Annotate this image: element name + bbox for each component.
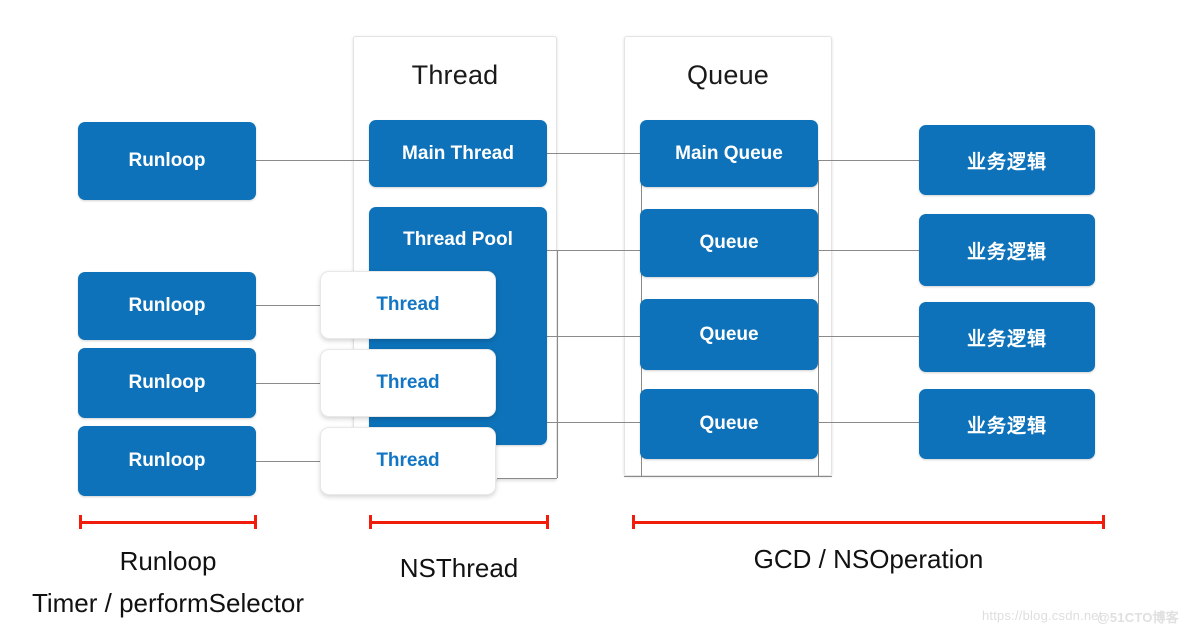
diagram-canvas: Thread Queue Runloop Runloop Runloop Run…: [0, 0, 1184, 631]
caption-gcd: GCD / NSOperation: [753, 544, 984, 574]
watermark-brand: @51CTO博客: [1097, 610, 1179, 625]
main-queue-box[interactable]: Main Queue: [640, 120, 818, 187]
queue-box-4[interactable]: Queue: [640, 389, 818, 459]
connector-threadpool-queue4: [547, 422, 641, 423]
watermark-url: https://blog.csdn.net: [982, 608, 1103, 623]
thread-card-2[interactable]: Thread: [320, 349, 496, 417]
runloop-box-3[interactable]: Runloop: [78, 348, 256, 418]
panel-thread-title: Thread: [411, 60, 499, 90]
panel-queue-title: Queue: [686, 60, 770, 90]
caption-runloop-line1: Runloop: [119, 546, 217, 576]
connector-mainqueue-business1: [818, 160, 920, 161]
business-logic-box-1[interactable]: 业务逻辑: [919, 125, 1095, 195]
connector-queue-panel-riser-right: [818, 160, 819, 476]
runloop-box-2-label: Runloop: [128, 295, 206, 316]
connector-runloop4-thread3: [256, 461, 322, 462]
main-thread-label: Main Thread: [402, 142, 514, 164]
runloop-box-2[interactable]: Runloop: [78, 272, 256, 340]
bracket-nsthread: [369, 515, 549, 529]
business-logic-box-4-label: 业务逻辑: [966, 415, 1047, 437]
connector-queue4-business4: [818, 422, 920, 423]
bracket-nsthread-bar: [369, 521, 549, 524]
runloop-box-4-label: Runloop: [128, 450, 206, 471]
bracket-runloop: [79, 515, 257, 529]
business-logic-box-2-label: 业务逻辑: [966, 241, 1047, 263]
runloop-box-1-label: Runloop: [128, 150, 206, 171]
connector-thread-panel-riser: [557, 250, 558, 478]
queue-box-3[interactable]: Queue: [640, 299, 818, 370]
thread-pool-label: Thread Pool: [403, 229, 513, 250]
runloop-box-3-label: Runloop: [128, 372, 206, 393]
queue-box-2[interactable]: Queue: [640, 209, 818, 277]
caption-runloop-line2: Timer / performSelector: [31, 588, 305, 618]
business-logic-box-3[interactable]: 业务逻辑: [919, 302, 1095, 372]
connector-runloop2-thread1: [256, 305, 322, 306]
bracket-gcd-cap-right: [1102, 515, 1105, 529]
business-logic-box-2[interactable]: 业务逻辑: [919, 214, 1095, 286]
thread-card-1-label: Thread: [376, 294, 440, 315]
main-thread-box[interactable]: Main Thread: [369, 120, 547, 187]
business-logic-box-3-label: 业务逻辑: [966, 328, 1047, 350]
queue-box-2-label: Queue: [699, 232, 759, 253]
connector-mainthread-mainqueue: [547, 153, 641, 154]
connector-queue-panel-bottom: [624, 476, 832, 477]
thread-card-3[interactable]: Thread: [320, 427, 496, 495]
main-queue-label: Main Queue: [675, 142, 783, 164]
queue-box-4-label: Queue: [699, 413, 759, 434]
queue-box-3-label: Queue: [699, 323, 759, 345]
connector-runloop1-mainthread: [256, 160, 370, 161]
business-logic-box-4[interactable]: 业务逻辑: [919, 389, 1095, 459]
business-logic-box-1-label: 业务逻辑: [966, 151, 1047, 173]
connector-runloop3-thread2: [256, 383, 322, 384]
bracket-runloop-bar: [79, 521, 257, 524]
thread-card-1[interactable]: Thread: [320, 271, 496, 339]
connector-threadpool-queue2: [547, 250, 641, 251]
runloop-box-1[interactable]: Runloop: [78, 122, 256, 200]
bracket-gcd: [632, 515, 1105, 529]
thread-card-2-label: Thread: [376, 372, 440, 393]
runloop-box-4[interactable]: Runloop: [78, 426, 256, 496]
connector-queue2-business2: [818, 250, 920, 251]
caption-nsthread: NSThread: [399, 553, 519, 583]
bracket-nsthread-cap-right: [546, 515, 549, 529]
bracket-runloop-cap-right: [254, 515, 257, 529]
thread-card-3-label: Thread: [376, 450, 440, 471]
bracket-gcd-bar: [632, 521, 1105, 524]
connector-thread-panel-bottom: [497, 478, 557, 479]
connector-threadpool-queue3: [547, 336, 641, 337]
connector-queue3-business3: [818, 336, 920, 337]
